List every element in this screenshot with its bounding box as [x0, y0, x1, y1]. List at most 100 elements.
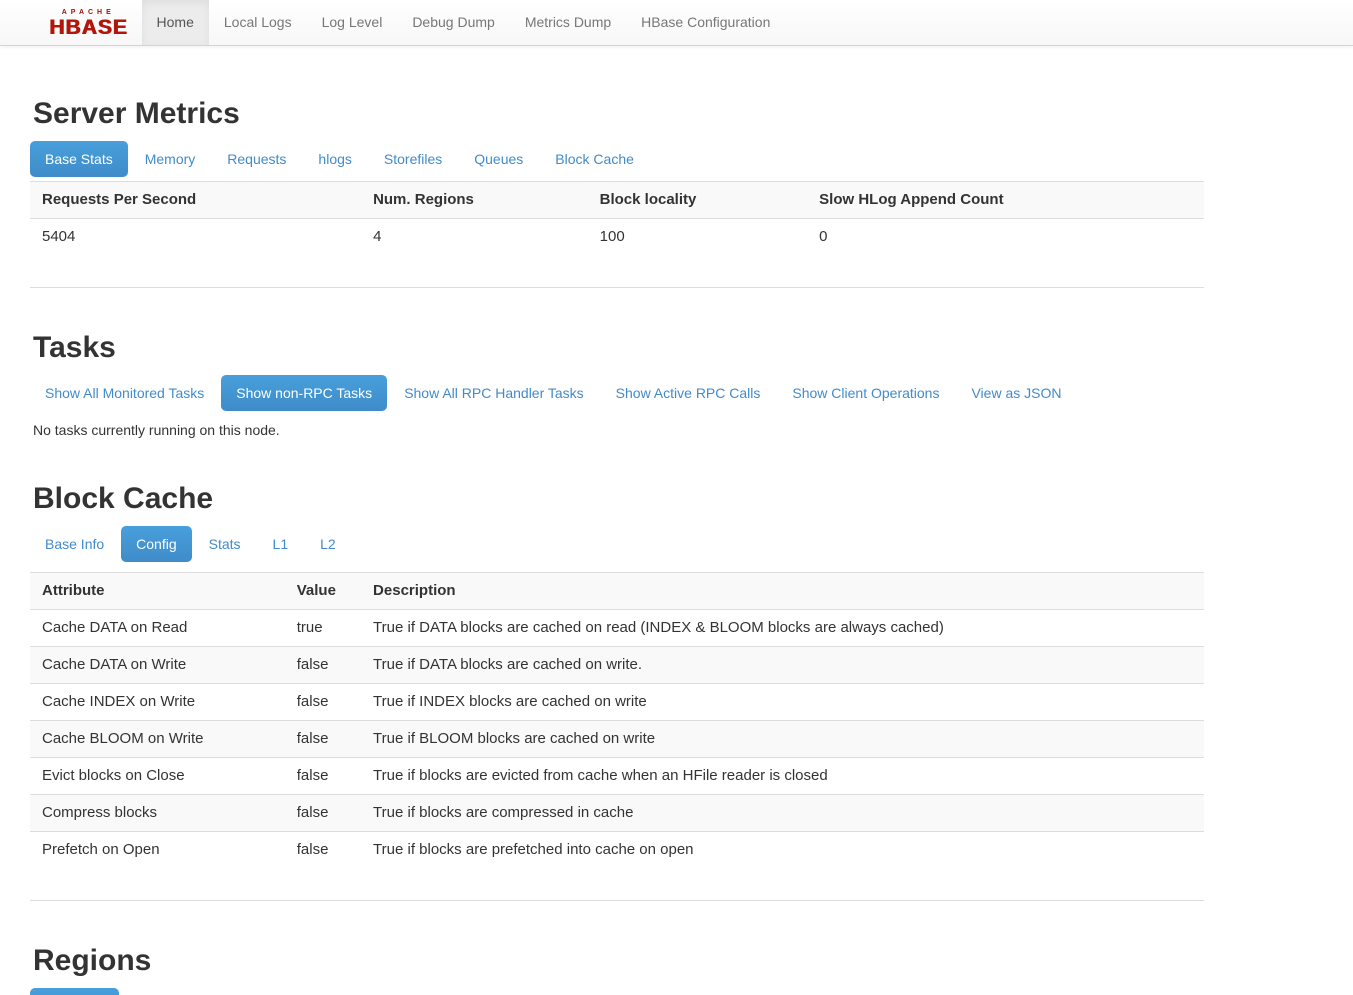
tab-l1[interactable]: L1 [258, 526, 304, 562]
column-header: Num. Regions [361, 182, 588, 219]
tasks-empty-message: No tasks currently running on this node. [33, 421, 1204, 439]
server-metrics-section: Server Metrics Base Stats Memory Request… [30, 96, 1204, 288]
navbar-link-log-level[interactable]: Log Level [307, 0, 398, 45]
tasks-tabs: Show All Monitored Tasks Show non-RPC Ta… [30, 375, 1204, 411]
table-row: Prefetch on Open false True if blocks ar… [30, 832, 1204, 901]
attribute-cell: Cache DATA on Write [30, 647, 285, 684]
tab-regions-base-info-link[interactable]: Base Info [30, 988, 119, 995]
value-cell: true [285, 610, 361, 647]
tab-show-client-operations[interactable]: Show Client Operations [777, 375, 954, 411]
server-metrics-title: Server Metrics [33, 96, 1204, 131]
tab-l2-link[interactable]: L2 [305, 526, 351, 562]
description-cell: True if DATA blocks are cached on read (… [361, 610, 1204, 647]
tab-storefiles[interactable]: Storefiles [369, 141, 457, 177]
table-row: Cache BLOOM on Write false True if BLOOM… [30, 721, 1204, 758]
tab-show-active-rpc-calls[interactable]: Show Active RPC Calls [601, 375, 776, 411]
navbar-link-metrics-dump[interactable]: Metrics Dump [510, 0, 626, 45]
table-row: Cache DATA on Write false True if DATA b… [30, 647, 1204, 684]
page-content: Server Metrics Base Stats Memory Request… [30, 96, 1204, 995]
table-header-row: Requests Per Second Num. Regions Block l… [30, 182, 1204, 219]
attribute-cell: Cache DATA on Read [30, 610, 285, 647]
tab-queues[interactable]: Queues [459, 141, 538, 177]
column-header: Attribute [30, 573, 285, 610]
navbar-item-debug-dump[interactable]: Debug Dump [397, 0, 510, 45]
tab-hlogs-link[interactable]: hlogs [303, 141, 366, 177]
tab-regions-base-info[interactable]: Base Info [30, 988, 119, 995]
column-header: Slow HLog Append Count [807, 182, 1204, 219]
tab-storefiles-link[interactable]: Storefiles [369, 141, 457, 177]
tab-queues-link[interactable]: Queues [459, 141, 538, 177]
tab-hlogs[interactable]: hlogs [303, 141, 366, 177]
regions-title: Regions [33, 943, 1204, 978]
table-row: Evict blocks on Close false True if bloc… [30, 758, 1204, 795]
description-cell: True if blocks are compressed in cache [361, 795, 1204, 832]
navbar-item-log-level[interactable]: Log Level [307, 0, 398, 45]
tab-show-all-rpc-handler-tasks-link[interactable]: Show All RPC Handler Tasks [389, 375, 598, 411]
description-cell: True if DATA blocks are cached on write. [361, 647, 1204, 684]
num-regions-value: 4 [361, 219, 588, 288]
tab-stats[interactable]: Stats [194, 526, 256, 562]
block-locality-value: 100 [588, 219, 808, 288]
tab-l1-link[interactable]: L1 [258, 526, 304, 562]
tab-config-link[interactable]: Config [121, 526, 191, 562]
block-cache-tabs: Base Info Config Stats L1 L2 [30, 526, 1204, 562]
tab-l2[interactable]: L2 [305, 526, 351, 562]
brand-hbase-text: HBASE [49, 18, 128, 38]
block-cache-title: Block Cache [33, 481, 1204, 516]
table-header-row: Attribute Value Description [30, 573, 1204, 610]
tab-block-cache-link[interactable]: Block Cache [540, 141, 649, 177]
base-stats-table: Requests Per Second Num. Regions Block l… [30, 181, 1204, 288]
attribute-cell: Compress blocks [30, 795, 285, 832]
table-row: Compress blocks false True if blocks are… [30, 795, 1204, 832]
tab-show-non-rpc-tasks-link[interactable]: Show non-RPC Tasks [221, 375, 387, 411]
tab-base-info[interactable]: Base Info [30, 526, 119, 562]
hbase-logo[interactable]: APACHE HBASE [45, 0, 132, 45]
attribute-cell: Cache BLOOM on Write [30, 721, 285, 758]
navbar-item-hbase-configuration[interactable]: HBase Configuration [626, 0, 785, 45]
block-cache-section: Block Cache Base Info Config Stats L1 L2… [30, 481, 1204, 901]
value-cell: false [285, 832, 361, 901]
tab-base-stats-link[interactable]: Base Stats [30, 141, 128, 177]
table-row: Cache DATA on Read true True if DATA blo… [30, 610, 1204, 647]
tab-memory[interactable]: Memory [130, 141, 211, 177]
navbar-item-home[interactable]: Home [142, 0, 209, 45]
tab-show-non-rpc-tasks[interactable]: Show non-RPC Tasks [221, 375, 387, 411]
value-cell: false [285, 721, 361, 758]
column-header: Requests Per Second [30, 182, 361, 219]
tab-stats-link[interactable]: Stats [194, 526, 256, 562]
tab-view-as-json-link[interactable]: View as JSON [956, 375, 1076, 411]
navbar: APACHE HBASE Home Local Logs Log Level D… [0, 0, 1353, 46]
attribute-cell: Evict blocks on Close [30, 758, 285, 795]
requests-per-second-value: 5404 [30, 219, 361, 288]
navbar-link-hbase-configuration[interactable]: HBase Configuration [626, 0, 785, 45]
navbar-link-debug-dump[interactable]: Debug Dump [397, 0, 510, 45]
value-cell: false [285, 684, 361, 721]
tasks-title: Tasks [33, 330, 1204, 365]
tab-config[interactable]: Config [121, 526, 191, 562]
tab-show-all-monitored-tasks-link[interactable]: Show All Monitored Tasks [30, 375, 219, 411]
tab-show-all-rpc-handler-tasks[interactable]: Show All RPC Handler Tasks [389, 375, 598, 411]
tab-base-info-link[interactable]: Base Info [30, 526, 119, 562]
tab-show-active-rpc-calls-link[interactable]: Show Active RPC Calls [601, 375, 776, 411]
tab-memory-link[interactable]: Memory [130, 141, 211, 177]
value-cell: false [285, 647, 361, 684]
value-cell: false [285, 795, 361, 832]
tab-requests-link[interactable]: Requests [212, 141, 301, 177]
description-cell: True if INDEX blocks are cached on write [361, 684, 1204, 721]
tab-view-as-json[interactable]: View as JSON [956, 375, 1076, 411]
navbar-menu: Home Local Logs Log Level Debug Dump Met… [142, 0, 786, 45]
tab-block-cache[interactable]: Block Cache [540, 141, 649, 177]
navbar-item-local-logs[interactable]: Local Logs [209, 0, 307, 45]
navbar-link-home[interactable]: Home [142, 0, 209, 45]
slow-hlog-append-count-value: 0 [807, 219, 1204, 288]
block-cache-config-table: Attribute Value Description Cache DATA o… [30, 572, 1204, 901]
attribute-cell: Prefetch on Open [30, 832, 285, 901]
column-header: Value [285, 573, 361, 610]
tasks-section: Tasks Show All Monitored Tasks Show non-… [30, 330, 1204, 439]
tab-base-stats[interactable]: Base Stats [30, 141, 128, 177]
navbar-item-metrics-dump[interactable]: Metrics Dump [510, 0, 626, 45]
tab-show-all-monitored-tasks[interactable]: Show All Monitored Tasks [30, 375, 219, 411]
navbar-link-local-logs[interactable]: Local Logs [209, 0, 307, 45]
tab-requests[interactable]: Requests [212, 141, 301, 177]
tab-show-client-operations-link[interactable]: Show Client Operations [777, 375, 954, 411]
